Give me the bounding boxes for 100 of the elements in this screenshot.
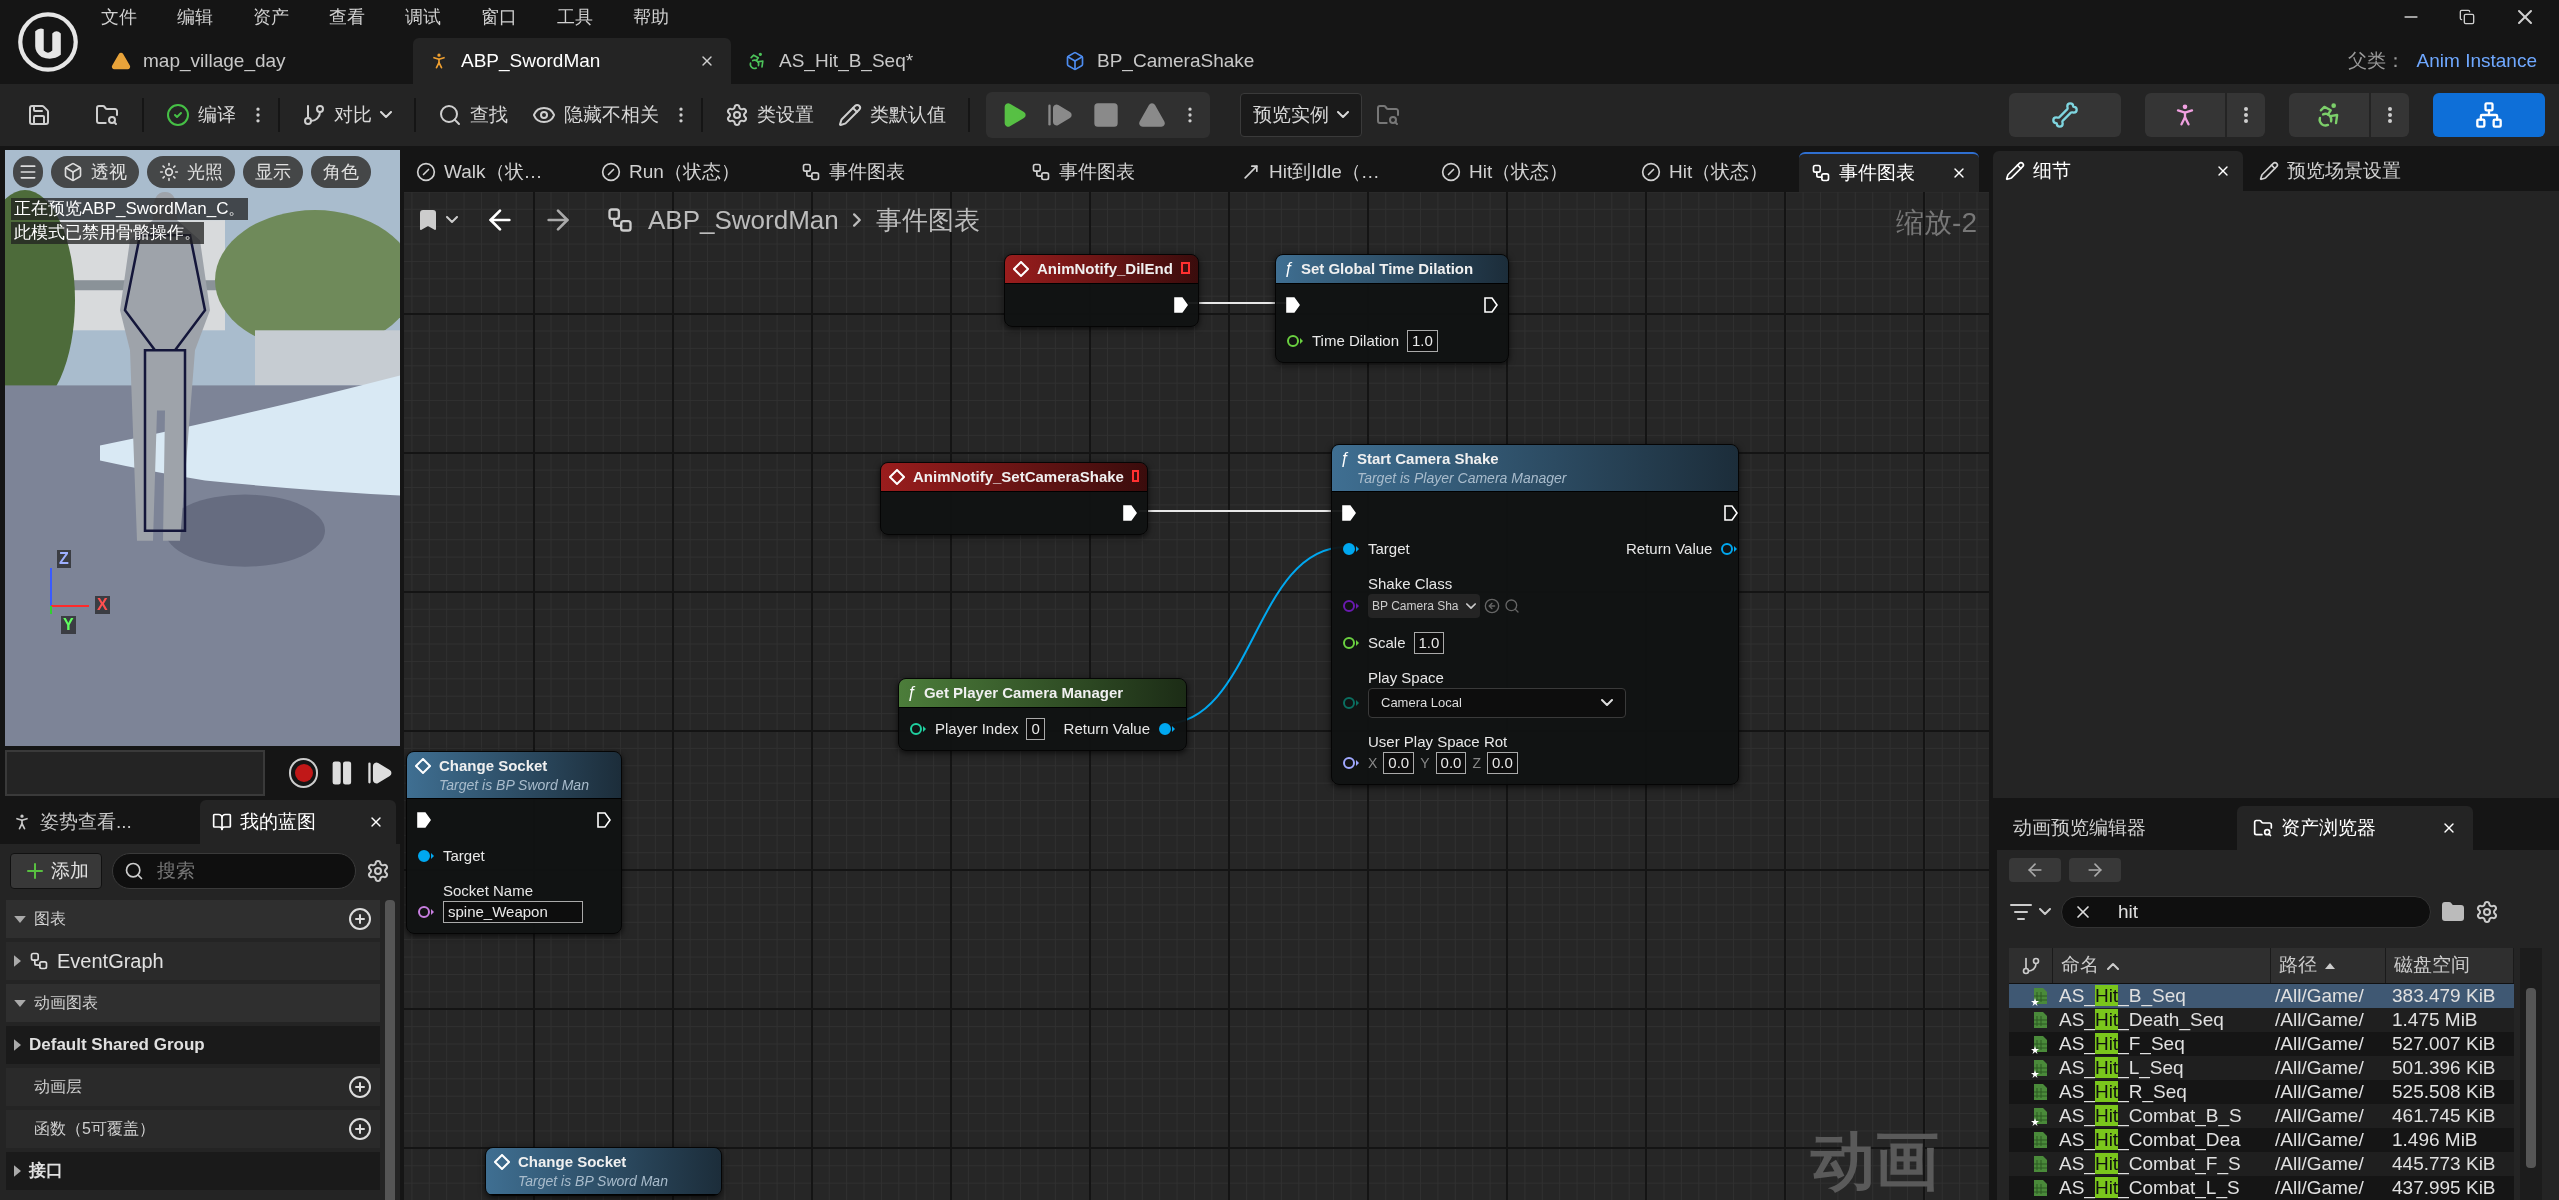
asset-row[interactable]: AS_Hit_Death_Seq /All/Game/ 1.475 MiB <box>2009 1008 2514 1032</box>
engine-logo[interactable] <box>15 10 80 74</box>
mode-button[interactable] <box>2145 93 2225 137</box>
preview-instance-dropdown[interactable]: 预览实例 <box>1240 93 1362 137</box>
menu-item[interactable]: 文件 <box>101 3 137 31</box>
graph-tab[interactable]: Hit到Idle（… <box>1229 152 1429 192</box>
document-tab[interactable]: ABP_SwordMan <box>413 38 731 84</box>
sidebar-row[interactable]: 动画层 <box>6 1068 380 1106</box>
pin-icon[interactable] <box>1158 722 1176 736</box>
parent-class-link[interactable]: Anim Instance <box>2416 46 2537 76</box>
menu-item[interactable]: 调试 <box>405 3 441 31</box>
pin-icon[interactable] <box>1286 334 1304 348</box>
pin-icon[interactable] <box>417 849 435 863</box>
scrollbar[interactable] <box>2526 988 2536 1168</box>
column-header[interactable]: 命名 <box>2053 948 2271 983</box>
pin-icon[interactable] <box>1342 542 1360 556</box>
viewport-option-button[interactable]: 显示 <box>243 156 303 188</box>
compile-button[interactable]: 编译 <box>154 93 248 137</box>
settings-icon[interactable] <box>2475 900 2499 924</box>
more-button[interactable] <box>2371 93 2409 137</box>
panel-tab[interactable]: 动画预览编辑器 <box>1997 806 2233 850</box>
add-icon[interactable] <box>348 907 372 931</box>
breadcrumb-link[interactable]: ABP_SwordMan <box>648 200 839 240</box>
exec-pin-icon[interactable] <box>417 812 431 828</box>
sidebar-row[interactable]: 接口 <box>6 1152 380 1190</box>
use-selected-icon[interactable] <box>1484 598 1500 614</box>
graph-node[interactable]: ƒ Start Camera Shake Target is Player Camera Manager Target Shake Class BP Camera Sha Scale 1.0 Play Space Camera Local User Play Space Rot X 0.0 Y 0.0 Z 0.0 Return Value <box>1331 444 1739 785</box>
more-button[interactable] <box>2227 93 2265 137</box>
pin-icon[interactable] <box>1720 542 1738 556</box>
add-icon[interactable] <box>348 1075 372 1099</box>
sidebar-row[interactable]: 动画图表 <box>6 984 380 1022</box>
collapsed-arrow-icon[interactable] <box>14 955 21 967</box>
panel-tab[interactable]: 我的蓝图 <box>200 800 396 844</box>
enum-dropdown[interactable]: Camera Local <box>1368 688 1626 718</box>
class-dropdown[interactable]: BP Camera Sha <box>1368 594 1480 618</box>
exec-pin-icon[interactable] <box>1484 297 1498 313</box>
mode-button[interactable] <box>2289 93 2369 137</box>
menu-item[interactable]: 资产 <box>253 3 289 31</box>
value-field[interactable]: 0.0 <box>1435 752 1467 774</box>
collapsed-arrow-icon[interactable] <box>14 1039 21 1051</box>
pin-icon[interactable] <box>1342 756 1360 770</box>
record-button[interactable] <box>288 758 319 788</box>
graph-tab[interactable]: Hit（状态） <box>1429 152 1629 192</box>
delegate-pin-icon[interactable] <box>1131 470 1139 482</box>
graph-tab[interactable]: 事件图表 <box>1799 152 1979 192</box>
menu-item[interactable]: 编辑 <box>177 3 213 31</box>
graph-node[interactable]: ƒ Get Player Camera Manager Player Index 0 Return Value <box>898 678 1187 751</box>
asset-row[interactable]: AS_Hit_R_Seq /All/Game/ 525.508 KiB <box>2009 1080 2514 1104</box>
class-defaults-button[interactable]: 类默认值 <box>826 93 958 137</box>
graph-tab[interactable]: Run（状态） <box>589 152 789 192</box>
graph-node[interactable]: AnimNotify_SetCameraShake <box>880 462 1148 535</box>
exec-pin-icon[interactable] <box>1342 505 1356 521</box>
exec-pin-icon[interactable] <box>597 812 611 828</box>
mode-button[interactable] <box>2009 93 2121 137</box>
viewport-option-button[interactable]: 透视 <box>51 156 139 188</box>
menu-item[interactable]: 帮助 <box>633 3 669 31</box>
search-icon[interactable] <box>1504 598 1520 614</box>
graph-tab[interactable]: 事件图表 <box>1019 152 1229 192</box>
asset-row[interactable]: AS_Hit_Combat_B_S /All/Game/ 461.745 KiB <box>2009 1104 2514 1128</box>
graph-tab[interactable]: Hit（状态） <box>1629 152 1799 192</box>
document-tab[interactable]: AS_Hit_B_Seq* <box>731 38 1049 84</box>
timeline-track[interactable] <box>5 750 265 796</box>
menu-item[interactable]: 窗口 <box>481 3 517 31</box>
column-header[interactable]: 路径 <box>2271 948 2386 983</box>
graph-node[interactable]: AnimNotify_DilEnd <box>1004 254 1199 327</box>
folder-search-icon[interactable] <box>1376 103 1400 127</box>
diff-button[interactable]: 对比 <box>290 93 404 137</box>
exec-pin-icon[interactable] <box>1286 297 1300 313</box>
panel-tab[interactable]: 预览场景设置 <box>2247 151 2497 192</box>
asset-row[interactable]: AS_Hit_B_Seq /All/Game/ 383.479 KiB <box>2009 984 2514 1008</box>
asset-row[interactable]: AS_Hit_Combat_F_S /All/Game/ 445.773 KiB <box>2009 1152 2514 1176</box>
asset-row[interactable]: AS_Hit_F_Seq /All/Game/ 527.007 KiB <box>2009 1032 2514 1056</box>
sidebar-row[interactable]: EventGraph <box>6 942 380 980</box>
graph-icon[interactable] <box>606 206 634 234</box>
sidebar-row[interactable]: Default Shared Group <box>6 1026 380 1064</box>
restore-icon[interactable] <box>2459 9 2475 25</box>
value-field[interactable]: 1.0 <box>1406 330 1438 352</box>
mode-button[interactable] <box>2433 93 2545 137</box>
hide-unrelated-button[interactable]: 隐藏不相关 <box>520 93 671 137</box>
menu-item[interactable]: 查看 <box>329 3 365 31</box>
search-field[interactable]: hit <box>2061 896 2431 928</box>
sidebar-row[interactable]: 函数（5可覆盖） <box>6 1110 380 1148</box>
graph-node[interactable]: Change Socket Target is BP Sword Man <box>485 1147 722 1196</box>
asset-row[interactable]: AS_Hit_Combat_L_S /All/Game/ 437.995 KiB <box>2009 1176 2514 1200</box>
value-field[interactable]: 0 <box>1026 718 1045 740</box>
graph-node[interactable]: Change Socket Target is BP Sword Man Target Socket Name spine_Weapon <box>406 751 622 934</box>
folder-icon[interactable] <box>2441 900 2465 924</box>
pin-icon[interactable] <box>909 722 927 736</box>
value-field[interactable]: spine_Weapon <box>443 901 583 923</box>
document-tab[interactable]: map_village_day <box>95 38 413 84</box>
panel-tab[interactable]: 资产浏览器 <box>2237 806 2473 850</box>
find-button[interactable]: 查找 <box>426 93 520 137</box>
forward-button[interactable] <box>2069 858 2121 882</box>
viewport-option-button[interactable]: 角色 <box>311 156 371 188</box>
settings-icon[interactable] <box>366 859 390 883</box>
panel-tab[interactable]: 细节 <box>1993 151 2243 192</box>
document-tab[interactable]: BP_CameraShake <box>1049 38 1367 84</box>
back-button[interactable] <box>2009 858 2061 882</box>
exec-pin-icon[interactable] <box>1174 297 1188 313</box>
exec-pin-icon[interactable] <box>1123 505 1137 521</box>
